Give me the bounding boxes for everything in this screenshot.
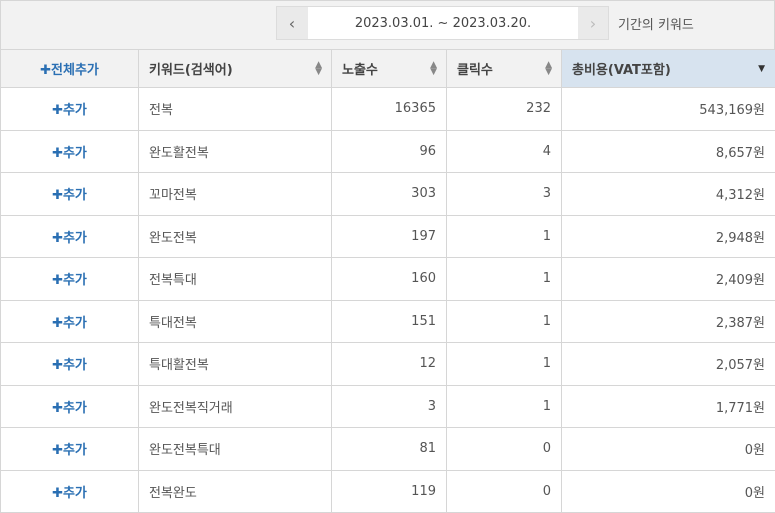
impressions-cell: 160 [332,258,447,301]
keyword-cell: 특대전복 [139,300,332,343]
keyword-table: ✚전체추가 키워드(검색어) ▲▼ 노출수 ▲▼ 클릭수 ▲▼ 총비용(VAT포… [0,49,775,513]
clicks-cell: 0 [447,470,562,513]
sort-desc-icon[interactable]: ▼ [758,64,765,74]
cost-cell: 0원 [562,428,775,471]
clicks-cell: 1 [447,343,562,386]
table-row: ✚추가 꼬마전복 303 3 4,312원 [1,173,775,216]
impressions-cell: 16365 [332,88,447,131]
sort-icon[interactable]: ▲▼ [430,62,437,76]
keyword-cell: 전복특대 [139,258,332,301]
table-row: ✚추가 완도전복특대 81 0 0원 [1,428,775,471]
cost-cell: 2,057원 [562,343,775,386]
impressions-cell: 119 [332,470,447,513]
table-row: ✚추가 전복특대 160 1 2,409원 [1,258,775,301]
keyword-cell: 전복완도 [139,470,332,513]
cost-cell: 543,169원 [562,88,775,131]
chevron-right-icon[interactable]: › [578,7,608,39]
impressions-cell: 3 [332,385,447,428]
table-row: ✚추가 완도활전복 96 4 8,657원 [1,130,775,173]
clicks-cell: 1 [447,215,562,258]
chevron-left-icon[interactable]: ‹ [277,7,307,39]
clicks-cell: 1 [447,258,562,301]
cost-cell: 2,387원 [562,300,775,343]
date-range-picker[interactable]: ‹ 2023.03.01. ~ 2023.03.20. › [276,6,609,40]
clicks-cell: 1 [447,385,562,428]
clicks-cell: 3 [447,173,562,216]
table-row: ✚추가 전복완도 119 0 0원 [1,470,775,513]
add-keyword-button[interactable]: ✚추가 [1,88,139,131]
impressions-cell: 151 [332,300,447,343]
clicks-cell: 232 [447,88,562,131]
add-keyword-button[interactable]: ✚추가 [1,428,139,471]
impressions-cell: 96 [332,130,447,173]
column-header-keyword[interactable]: 키워드(검색어) ▲▼ [139,50,332,88]
add-keyword-button[interactable]: ✚추가 [1,258,139,301]
period-keyword-label: 기간의 키워드 [618,1,694,45]
sort-icon[interactable]: ▲▼ [315,62,322,76]
table-row: ✚추가 특대전복 151 1 2,387원 [1,300,775,343]
column-header-keyword-label: 키워드(검색어) [149,63,233,78]
add-keyword-button[interactable]: ✚추가 [1,300,139,343]
keyword-cell: 특대활전복 [139,343,332,386]
cost-cell: 2,948원 [562,215,775,258]
keyword-cell: 완도활전복 [139,130,332,173]
keyword-cell: 꼬마전복 [139,173,332,216]
keyword-cell: 완도전복 [139,215,332,258]
cost-cell: 1,771원 [562,385,775,428]
impressions-cell: 303 [332,173,447,216]
add-all-button[interactable]: ✚전체추가 [1,50,139,88]
cost-cell: 2,409원 [562,258,775,301]
column-header-impressions[interactable]: 노출수 ▲▼ [332,50,447,88]
table-row: ✚추가 완도전복직거래 3 1 1,771원 [1,385,775,428]
clicks-cell: 1 [447,300,562,343]
impressions-cell: 197 [332,215,447,258]
table-row: ✚추가 특대활전복 12 1 2,057원 [1,343,775,386]
cost-cell: 8,657원 [562,130,775,173]
date-range-text[interactable]: 2023.03.01. ~ 2023.03.20. [308,7,578,39]
column-header-total-cost[interactable]: 총비용(VAT포함) ▼ [562,50,775,88]
cost-cell: 0원 [562,470,775,513]
column-header-clicks-label: 클릭수 [457,63,493,78]
add-keyword-button[interactable]: ✚추가 [1,130,139,173]
keyword-cell: 완도전복특대 [139,428,332,471]
impressions-cell: 12 [332,343,447,386]
table-header-row: ✚전체추가 키워드(검색어) ▲▼ 노출수 ▲▼ 클릭수 ▲▼ 총비용(VAT포… [1,50,775,88]
sort-icon[interactable]: ▲▼ [545,62,552,76]
date-filter-bar: ‹ 2023.03.01. ~ 2023.03.20. › 기간의 키워드 [0,0,775,49]
table-row: ✚추가 전복 16365 232 543,169원 [1,88,775,131]
column-header-clicks[interactable]: 클릭수 ▲▼ [447,50,562,88]
column-header-impressions-label: 노출수 [342,63,378,78]
add-keyword-button[interactable]: ✚추가 [1,215,139,258]
add-keyword-button[interactable]: ✚추가 [1,470,139,513]
impressions-cell: 81 [332,428,447,471]
keyword-cell: 전복 [139,88,332,131]
table-row: ✚추가 완도전복 197 1 2,948원 [1,215,775,258]
keyword-cell: 완도전복직거래 [139,385,332,428]
add-keyword-button[interactable]: ✚추가 [1,173,139,216]
column-header-total-cost-label: 총비용(VAT포함) [572,63,671,78]
add-keyword-button[interactable]: ✚추가 [1,343,139,386]
add-keyword-button[interactable]: ✚추가 [1,385,139,428]
cost-cell: 4,312원 [562,173,775,216]
clicks-cell: 0 [447,428,562,471]
clicks-cell: 4 [447,130,562,173]
